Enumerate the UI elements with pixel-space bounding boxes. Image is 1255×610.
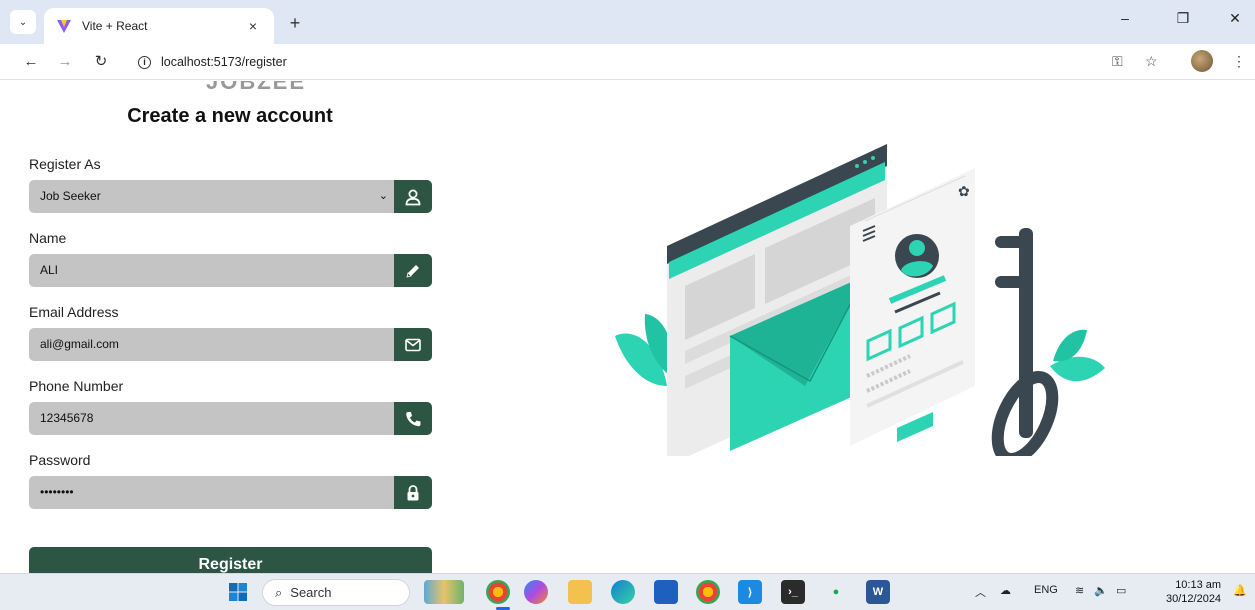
taskbar-search-placeholder: Search (290, 585, 332, 600)
pencil-icon (394, 254, 432, 287)
windows-start-icon[interactable] (226, 580, 250, 604)
email-field-value: ali@gmail.com (40, 337, 119, 351)
restore-button[interactable]: ❐ (1168, 10, 1198, 27)
windows-taskbar: ⌕ Search ⟩ ›_ ● W ︿ ☁ ENG ≋ 🔈 ▭ 10:13 am… (0, 573, 1255, 610)
chrome-profile-icon[interactable] (696, 580, 720, 604)
show-hidden-icons-chevron-up-icon[interactable]: ︿ (975, 584, 986, 600)
browser-tab[interactable]: Vite + React × (44, 8, 274, 44)
lock-icon (394, 476, 432, 509)
profile-avatar[interactable] (1191, 50, 1213, 72)
tab-search-menu-button[interactable]: ⌄ (10, 10, 36, 34)
vscode-icon[interactable]: ⟩ (738, 580, 762, 604)
tab-title: Vite + React (82, 19, 148, 33)
url-text: localhost:5173/register (161, 55, 287, 69)
store-icon[interactable] (654, 580, 678, 604)
name-input[interactable]: ALI (29, 254, 432, 287)
clock-time: 10:13 am (1175, 579, 1222, 591)
wifi-icon[interactable]: ≋ (1075, 584, 1084, 597)
mongodb-icon[interactable]: ● (824, 580, 848, 604)
new-tab-button[interactable]: + (284, 12, 306, 34)
file-explorer-icon[interactable] (568, 580, 592, 604)
language-indicator[interactable]: ENG (1034, 584, 1058, 596)
browser-tab-bar: ⌄ Vite + React × + – ❐ ✕ (0, 0, 1255, 44)
name-label: Name (29, 230, 67, 246)
name-input-value: ALI (40, 263, 59, 277)
svg-text:✿: ✿ (958, 184, 970, 200)
taskbar-search-box[interactable]: ⌕ Search (262, 579, 410, 606)
password-label: Password (29, 452, 91, 468)
password-field[interactable]: •••••••• (29, 476, 432, 509)
minimize-button[interactable]: – (1110, 10, 1140, 26)
notification-bell-icon[interactable]: 🔔 (1233, 584, 1247, 597)
phone-icon (394, 402, 432, 435)
reload-icon[interactable]: ↻ (90, 52, 112, 72)
copilot-icon[interactable] (524, 580, 548, 604)
page-title: Create a new account (127, 105, 333, 127)
password-key-icon[interactable]: ⚿ (1112, 53, 1123, 70)
battery-icon[interactable]: ▭ (1116, 584, 1126, 597)
tab-close-icon[interactable]: × (244, 18, 262, 34)
cloud-sync-icon[interactable]: ☁ (1000, 584, 1011, 597)
chrome-icon[interactable] (486, 580, 510, 604)
register-button[interactable]: Register (29, 547, 432, 573)
register-illustration: ✿ (615, 144, 1105, 456)
register-as-label: Register As (29, 156, 101, 172)
taskbar-clock[interactable]: 10:13 am 30/12/2024 (1166, 578, 1221, 606)
mail-icon (394, 328, 432, 361)
phone-field-value: 12345678 (40, 411, 94, 425)
app-logo-partial: JOBZEE (206, 81, 307, 94)
search-icon: ⌕ (275, 584, 283, 600)
email-field[interactable]: ali@gmail.com (29, 328, 432, 361)
role-select-value: Job Seeker (40, 189, 101, 203)
address-bar-row: ← → ↻ i localhost:5173/register ⚿ ☆ ⋮ (0, 44, 1255, 80)
clock-date: 30/12/2024 (1166, 593, 1222, 605)
browser-menu-icon[interactable]: ⋮ (1232, 53, 1246, 70)
bookmark-star-icon[interactable]: ☆ (1145, 53, 1158, 70)
edge-icon[interactable] (611, 580, 635, 604)
register-page: JOBZEE Create a new account Register As … (0, 81, 1255, 573)
chevron-down-icon: ⌄ (378, 190, 388, 202)
password-field-value: •••••••• (40, 485, 74, 499)
widgets-icon[interactable] (424, 580, 464, 604)
role-select[interactable]: Job Seeker ⌄ (29, 180, 432, 213)
user-icon (394, 180, 432, 213)
email-label: Email Address (29, 304, 119, 320)
word-icon[interactable]: W (866, 580, 890, 604)
url-bar[interactable]: i localhost:5173/register (128, 49, 1178, 75)
terminal-icon[interactable]: ›_ (781, 580, 805, 604)
forward-arrow-icon[interactable]: → (54, 52, 76, 72)
phone-label: Phone Number (29, 378, 124, 394)
vite-logo-icon (57, 20, 71, 33)
back-arrow-icon[interactable]: ← (20, 52, 42, 72)
phone-field[interactable]: 12345678 (29, 402, 432, 435)
volume-icon[interactable]: 🔈 (1094, 584, 1108, 597)
site-info-icon[interactable]: i (138, 55, 151, 69)
close-window-button[interactable]: ✕ (1220, 10, 1250, 27)
